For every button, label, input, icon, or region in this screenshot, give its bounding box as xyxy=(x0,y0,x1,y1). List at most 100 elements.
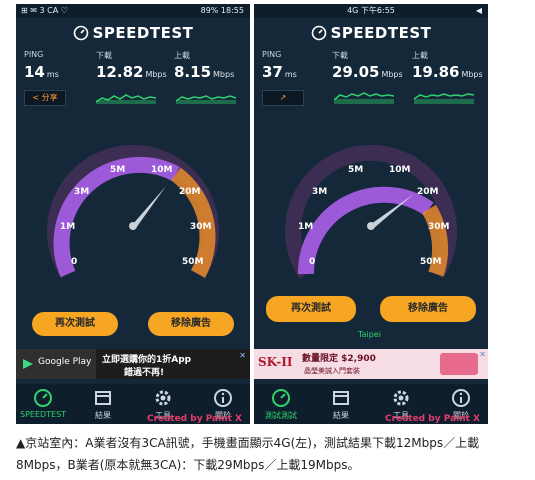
ad-text-2: 錯過不再! xyxy=(124,368,165,378)
google-play-icon xyxy=(23,359,33,369)
gauge-needle xyxy=(133,186,166,228)
ping-unit: ms xyxy=(46,70,59,79)
speedtest-header: SPEEDTEST xyxy=(16,22,250,44)
left-phone-screenshot: ⊞ ✉ 3 CA ♡ 89% 18:55 SPEEDTEST PING 14 ms… xyxy=(16,4,250,424)
ping-label: PING xyxy=(262,50,282,59)
tick-3m: 3M xyxy=(74,187,89,197)
speed-gauge: 0 1M 3M 5M 10M 20M 30M 50M xyxy=(285,144,457,279)
nav-speedtest-label: SPEEDTEST xyxy=(20,410,67,419)
results-icon xyxy=(95,391,111,405)
ad-text-1: 數量限定 $2,900 xyxy=(302,354,376,364)
download-stat: 下載 12.82 Mbps xyxy=(96,50,167,81)
download-stat: 下載 29.05 Mbps xyxy=(332,50,403,81)
share-icon: ↗ xyxy=(279,93,287,102)
tick-30m: 30M xyxy=(428,222,450,232)
ping-stat: PING 37 ms xyxy=(262,50,297,81)
status-right: 89% 18:55 xyxy=(200,6,244,15)
caption-line-2: 8Mbps，B業者(原本就無3CA)：下載29Mbps／上載19Mbps。 xyxy=(16,458,360,472)
caption: ▲京站室內：A業者沒有3CA訊號，手機畫面顯示4G(左)，測試結果下載12Mbp… xyxy=(16,432,526,476)
nav-results-label: 結果 xyxy=(333,411,349,420)
nav-speedtest-label: 測試測試 xyxy=(265,411,297,420)
ad-close-icon[interactable]: ✕ xyxy=(239,351,246,360)
upload-stat: 上載 8.15 Mbps xyxy=(174,50,234,81)
tick-20m: 20M xyxy=(179,187,201,197)
upload-graph xyxy=(176,95,236,104)
upload-label: 上載 xyxy=(174,51,190,60)
info-icon xyxy=(214,389,232,407)
watermark: Created by Paint X xyxy=(385,414,480,424)
status-left: ⊞ ✉ 3 CA ♡ xyxy=(21,6,68,15)
nav-speedtest[interactable]: 測試測試 xyxy=(258,384,304,424)
tick-0: 0 xyxy=(309,257,315,267)
nav-results[interactable]: 結果 xyxy=(318,384,364,424)
gear-icon xyxy=(393,390,409,406)
ping-value: 14 xyxy=(24,63,45,81)
status-bar: 4G 下午6:55 ◀ xyxy=(254,4,488,18)
tick-50m: 50M xyxy=(420,257,442,267)
download-graph xyxy=(96,94,156,104)
ping-label: PING xyxy=(24,50,44,59)
remove-ads-button[interactable]: 移除廣告 xyxy=(380,296,476,322)
ad-brand: SK-II xyxy=(258,355,293,369)
info-icon xyxy=(452,389,470,407)
download-value: 29.05 xyxy=(332,63,380,81)
upload-label: 上載 xyxy=(412,51,428,60)
watermark: Created by Paint X xyxy=(147,414,242,424)
upload-unit: Mbps xyxy=(461,70,483,79)
gear-icon xyxy=(155,390,171,406)
ad-text-2: 晶瑩美誠入門套裝 xyxy=(304,367,360,375)
tick-50m: 50M xyxy=(182,257,204,267)
upload-unit: Mbps xyxy=(213,70,235,79)
nav-speedtest[interactable]: SPEEDTEST xyxy=(20,384,66,424)
download-label: 下載 xyxy=(332,51,348,60)
speedtest-nav-icon xyxy=(34,389,52,407)
brand-title: SPEEDTEST xyxy=(92,24,194,42)
tick-10m: 10M xyxy=(151,165,173,175)
nav-results-label: 結果 xyxy=(95,411,111,420)
tick-1m: 1M xyxy=(60,222,75,232)
speedtest-logo-icon xyxy=(311,25,326,41)
tick-5m: 5M xyxy=(110,165,125,175)
speedtest-logo-icon xyxy=(73,25,88,41)
share-icon: < xyxy=(32,93,40,102)
tick-3m: 3M xyxy=(312,187,327,197)
gauge-arc-fill xyxy=(297,186,434,275)
right-phone-screenshot: 4G 下午6:55 ◀ SPEEDTEST PING 37 ms 下載 29.05… xyxy=(254,4,488,424)
download-unit: Mbps xyxy=(145,70,167,79)
ping-value: 37 xyxy=(262,63,283,81)
ad-banner[interactable]: Google Play 立即選購你的1折App 錯過不再! ✕ xyxy=(16,349,250,379)
nav-results[interactable]: 結果 xyxy=(80,384,126,424)
ping-unit: ms xyxy=(284,70,297,79)
retest-button[interactable]: 再次測試 xyxy=(32,312,118,336)
share-label: 分享 xyxy=(41,93,58,102)
caption-line-1: ▲京站室內：A業者沒有3CA訊號，手機畫面顯示4G(左)，測試結果下載12Mbp… xyxy=(16,436,480,450)
ad-product-image xyxy=(440,353,478,375)
download-label: 下載 xyxy=(96,51,112,60)
ad-banner[interactable]: SK-II 數量限定 $2,900 晶瑩美誠入門套裝 ✕ xyxy=(254,349,488,379)
tick-10m: 10M xyxy=(389,165,411,175)
retest-button[interactable]: 再次測試 xyxy=(266,296,356,322)
status-right: ◀ xyxy=(475,6,482,15)
speedtest-nav-icon xyxy=(272,389,290,407)
ad-brand: Google Play xyxy=(38,357,92,367)
speedtest-header: SPEEDTEST xyxy=(254,22,488,44)
tick-5m: 5M xyxy=(348,165,363,175)
share-button[interactable]: < 分享 xyxy=(24,90,66,106)
ping-stat: PING 14 ms xyxy=(24,50,59,81)
results-icon xyxy=(333,391,349,405)
speed-gauge: 0 1M 3M 5M 10M 20M 30M 50M xyxy=(47,144,219,279)
location-label: Taipei xyxy=(358,330,381,339)
upload-value: 19.86 xyxy=(412,63,460,81)
bottom-nav: 測試測試 結果 工具 關於 Created by Paint X xyxy=(254,384,488,424)
tick-30m: 30M xyxy=(190,222,212,232)
upload-stat: 上載 19.86 Mbps xyxy=(412,50,483,81)
upload-value: 8.15 xyxy=(174,63,212,81)
tick-1m: 1M xyxy=(298,222,313,232)
status-bar: ⊞ ✉ 3 CA ♡ 89% 18:55 xyxy=(16,4,250,18)
tick-20m: 20M xyxy=(417,187,439,197)
share-button[interactable]: ↗ xyxy=(262,90,304,106)
remove-ads-button[interactable]: 移除廣告 xyxy=(148,312,234,336)
ad-close-icon[interactable]: ✕ xyxy=(479,350,486,359)
download-graph xyxy=(334,92,394,104)
download-value: 12.82 xyxy=(96,63,144,81)
